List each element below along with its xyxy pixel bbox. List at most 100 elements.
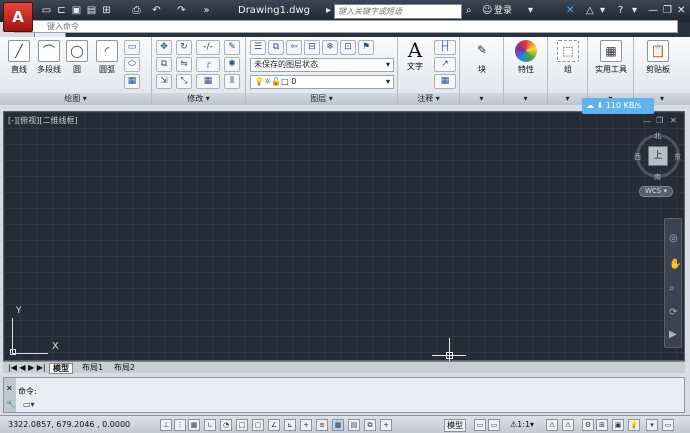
- command-input[interactable]: 键入命令: [14, 20, 678, 33]
- layer-isolate-icon[interactable]: ⊟: [304, 40, 320, 55]
- block-button[interactable]: ✎ 块: [467, 40, 497, 75]
- close-icon[interactable]: ✕: [6, 384, 13, 393]
- table-icon[interactable]: ▦: [434, 74, 456, 89]
- trim-icon[interactable]: -/-: [196, 40, 220, 55]
- viewcube-east[interactable]: 东: [674, 152, 681, 162]
- exchange-icon[interactable]: ✕: [566, 4, 574, 18]
- search-icon[interactable]: ⌕: [466, 4, 472, 18]
- isolate-objects-icon[interactable]: 💡: [628, 419, 640, 431]
- layer-lock-icon[interactable]: ⊡: [340, 40, 356, 55]
- command-prompt-icon[interactable]: ▭▾: [23, 400, 35, 409]
- undo-icon[interactable]: ↶: [150, 4, 163, 17]
- chevron-down-icon[interactable]: ▾: [528, 4, 533, 18]
- properties-button[interactable]: 特性: [511, 40, 541, 75]
- more-icon[interactable]: »: [200, 4, 213, 17]
- panel-modify-title[interactable]: 修改 ▾: [152, 93, 245, 105]
- panel-draw-title[interactable]: 绘图 ▾: [0, 93, 151, 105]
- clean-screen-icon[interactable]: ▭: [662, 419, 674, 431]
- pan-icon[interactable]: ✋: [669, 259, 681, 270]
- layout-nav-icon[interactable]: |◀ ◀ ▶ ▶|: [5, 363, 49, 374]
- layer-select[interactable]: 💡☼🔓□ 0 ▾: [250, 75, 394, 89]
- minimize-icon[interactable]: —: [648, 4, 658, 18]
- showmotion-icon[interactable]: ▶: [669, 329, 677, 340]
- search-input[interactable]: 键入关键字或短语: [334, 4, 462, 19]
- annotation-visibility-icon[interactable]: ⚠: [546, 419, 558, 431]
- help-icon[interactable]: ?: [618, 4, 623, 18]
- circle-button[interactable]: ◯ 圆: [62, 40, 92, 75]
- autodesk-icon[interactable]: △: [586, 4, 594, 18]
- polar-icon[interactable]: ◔: [220, 419, 232, 431]
- group-button[interactable]: ⬚ 组: [553, 40, 583, 75]
- open-icon[interactable]: ⊏: [55, 4, 68, 17]
- mirror-icon[interactable]: ⇋: [176, 57, 192, 72]
- quick-properties-icon[interactable]: ▤: [348, 419, 360, 431]
- layer-properties-icon[interactable]: ☰: [250, 40, 266, 55]
- layer-walk-icon[interactable]: ⚑: [358, 40, 374, 55]
- plot-icon[interactable]: ⊞: [100, 4, 113, 17]
- viewport-close-icon[interactable]: ✕: [670, 116, 677, 125]
- arc-button[interactable]: ◜ 圆弧: [92, 40, 122, 75]
- redo-icon[interactable]: ↷: [175, 4, 188, 17]
- offset-icon[interactable]: ⫴: [224, 74, 240, 89]
- copy-icon[interactable]: ⧉: [156, 57, 172, 72]
- selection-cycling-icon[interactable]: ⧉: [364, 419, 376, 431]
- fillet-icon[interactable]: ╭: [196, 57, 220, 72]
- orbit-icon[interactable]: ⟳: [669, 307, 677, 318]
- drawing-canvas[interactable]: [3, 111, 685, 361]
- annotation-scale[interactable]: ⚠1:1▾: [510, 420, 534, 429]
- tab-model[interactable]: 模型: [49, 363, 73, 374]
- workspace-icon[interactable]: ⚙: [582, 419, 594, 431]
- quick-view-layouts-icon[interactable]: ▭: [474, 419, 486, 431]
- layer-freeze-icon[interactable]: ❄: [322, 40, 338, 55]
- restore-icon[interactable]: ❐: [663, 4, 672, 18]
- save-icon[interactable]: ▣: [70, 4, 83, 17]
- command-grip[interactable]: ✕ 🔧: [4, 378, 16, 412]
- move-icon[interactable]: ✥: [156, 40, 172, 55]
- line-button[interactable]: ╱ 直线: [4, 40, 34, 75]
- snap-icon[interactable]: ⋮: [174, 419, 186, 431]
- lineweight-icon[interactable]: ≡: [316, 419, 328, 431]
- close-icon[interactable]: ✕: [677, 4, 685, 18]
- viewcube-south[interactable]: 南: [654, 172, 661, 182]
- quick-view-drawings-icon[interactable]: ▭: [488, 419, 500, 431]
- wcs-menu[interactable]: WCS ▾: [639, 186, 673, 197]
- layer-previous-icon[interactable]: ⇦: [286, 40, 302, 55]
- stretch-icon[interactable]: ⇲: [156, 74, 172, 89]
- chevron-down-icon[interactable]: ▾: [632, 4, 637, 18]
- rotate-icon[interactable]: ↻: [176, 40, 192, 55]
- saveas-icon[interactable]: ▤: [85, 4, 98, 17]
- dimension-icon[interactable]: ├┤: [434, 40, 456, 55]
- panel-properties-title[interactable]: ▾: [504, 93, 547, 105]
- rectangle-icon[interactable]: ▭: [124, 40, 140, 55]
- toolbar-lock-icon[interactable]: ⊞: [596, 419, 608, 431]
- 3d-osnap-icon[interactable]: ▢: [252, 419, 264, 431]
- model-space-button[interactable]: 模型: [444, 419, 466, 432]
- array-icon[interactable]: ▦: [196, 74, 220, 89]
- viewcube-west[interactable]: 西: [634, 152, 641, 162]
- new-icon[interactable]: ▭: [40, 4, 53, 17]
- polyline-button[interactable]: ⌒ 多段线: [34, 40, 64, 75]
- annotation-monitor-icon[interactable]: +: [380, 419, 392, 431]
- user-icon[interactable]: ☺: [482, 4, 492, 18]
- tab-layout1[interactable]: 布局1: [79, 363, 106, 374]
- panel-annotation-title[interactable]: 注释 ▾: [398, 93, 459, 105]
- hardware-acceleration-icon[interactable]: ▣: [612, 419, 624, 431]
- layer-state-select[interactable]: 未保存的图层状态 ▾: [250, 58, 394, 72]
- ducs-icon[interactable]: ⊾: [284, 419, 296, 431]
- erase-icon[interactable]: ✎: [224, 40, 240, 55]
- chevron-down-icon[interactable]: ▾: [600, 4, 605, 18]
- explode-icon[interactable]: ✺: [224, 57, 240, 72]
- transparency-icon[interactable]: ▦: [332, 419, 344, 431]
- tab-layout2[interactable]: 布局2: [111, 363, 138, 374]
- viewport-restore-icon[interactable]: ❐: [656, 116, 663, 125]
- clipboard-button[interactable]: 📋 剪贴板: [638, 40, 678, 75]
- auto-scale-icon[interactable]: ⚠: [562, 419, 574, 431]
- utilities-button[interactable]: ▦ 实用工具: [588, 40, 634, 75]
- text-button[interactable]: A 文字: [400, 39, 430, 72]
- osnap-icon[interactable]: □: [236, 419, 248, 431]
- viewcube-north[interactable]: 北: [654, 131, 661, 141]
- print-icon[interactable]: ⎙: [130, 4, 143, 17]
- zoom-icon[interactable]: ⌕: [669, 283, 675, 294]
- otrack-icon[interactable]: ∠: [268, 419, 280, 431]
- leader-icon[interactable]: ↗: [434, 57, 456, 72]
